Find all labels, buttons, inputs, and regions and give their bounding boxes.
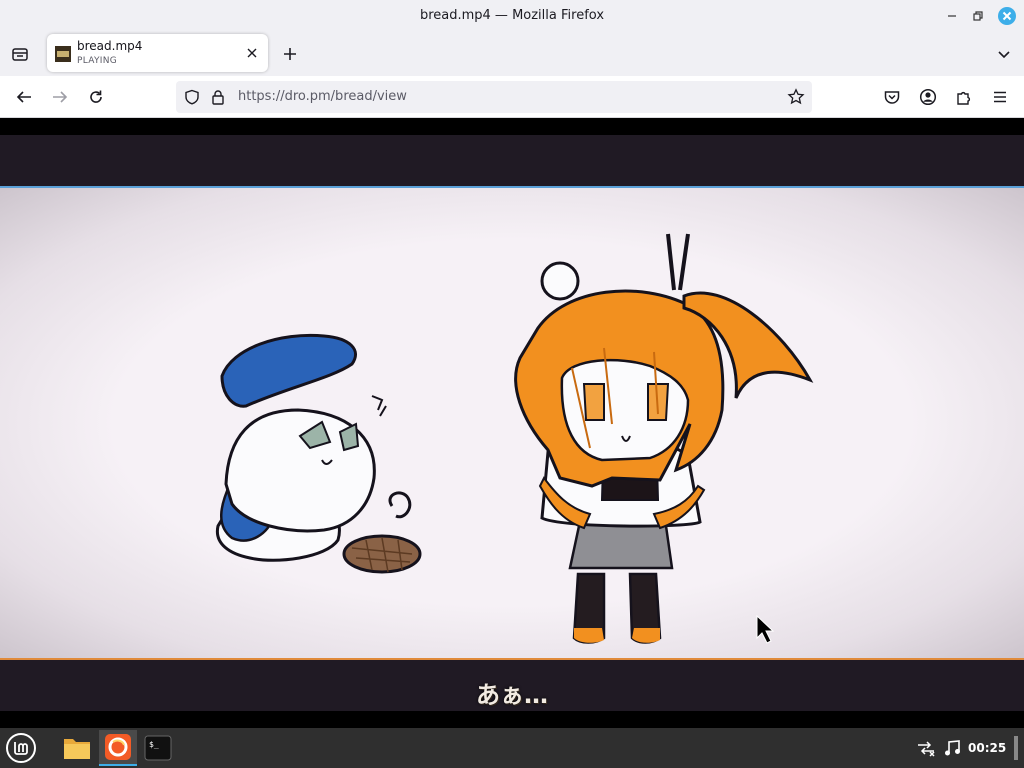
extensions-icon [957, 91, 971, 105]
new-tab-button[interactable] [278, 42, 302, 66]
shield-icon [185, 89, 199, 105]
bookmark-star-icon [787, 88, 805, 105]
files-taskbar-button[interactable] [58, 730, 96, 766]
firefox-icon [105, 734, 131, 760]
lock-icon [212, 90, 224, 105]
url-bar[interactable]: https://dro.pm/bread/view [176, 81, 812, 113]
terminal-icon: $_ [144, 735, 172, 761]
site-info-button[interactable] [206, 85, 230, 109]
svg-text:$_: $_ [149, 740, 159, 749]
files-icon [64, 739, 90, 759]
close-window-button[interactable] [997, 6, 1017, 26]
girl-with-blue-beret [215, 333, 387, 562]
restore-icon [973, 11, 983, 21]
firefox-view-icon [12, 48, 28, 61]
back-button[interactable] [12, 85, 36, 109]
url-text[interactable]: https://dro.pm/bread/view [238, 89, 407, 104]
pocket-icon [884, 91, 900, 104]
tab-title: bread.mp4 [77, 39, 143, 53]
list-all-tabs-button[interactable] [992, 42, 1016, 66]
firefox-taskbar-button[interactable] [99, 730, 137, 766]
video-subtitle: あぁ… [476, 681, 548, 709]
reload-icon [90, 90, 102, 103]
reload-button[interactable] [84, 85, 108, 109]
pocket-button[interactable] [880, 85, 904, 109]
menu-icon [994, 91, 1006, 103]
minimize-icon [948, 15, 956, 17]
minimize-button[interactable] [942, 6, 962, 26]
account-icon [919, 88, 937, 106]
network-icon [918, 741, 935, 757]
tracking-protection-button[interactable] [180, 85, 204, 109]
anime-scene-illustration [215, 233, 814, 644]
clock[interactable]: 00:25 [968, 741, 1006, 755]
new-tab-icon [284, 48, 296, 60]
video-thumbnail-icon [55, 46, 71, 62]
close-window-icon [998, 7, 1016, 25]
tab-playing-status: PLAYING [77, 56, 118, 66]
sound-tray-button[interactable] [938, 730, 966, 766]
mint-menu-icon [6, 733, 36, 763]
mint-menu-button[interactable] [2, 730, 40, 766]
tab-bar: bread.mp4 PLAYING [0, 32, 1024, 76]
back-icon [16, 91, 31, 103]
extensions-button[interactable] [952, 85, 976, 109]
bookmark-button[interactable] [784, 85, 808, 109]
navigation-toolbar: https://dro.pm/bread/view [0, 76, 1024, 118]
close-tab-button[interactable] [244, 45, 260, 61]
music-icon [945, 740, 960, 756]
mouse-cursor-icon [756, 614, 775, 644]
title-bar: bread.mp4 — Mozilla Firefox [0, 0, 1024, 32]
taskbar: $_ 00:25 [0, 728, 1024, 768]
tab-bread[interactable]: bread.mp4 PLAYING [47, 34, 268, 72]
page-content: あぁ… [0, 118, 1024, 728]
terminal-taskbar-button[interactable]: $_ [139, 730, 177, 766]
restore-button[interactable] [968, 6, 988, 26]
video-scene [0, 186, 1024, 660]
account-button[interactable] [916, 85, 940, 109]
firefox-view-button[interactable] [8, 42, 32, 66]
list-all-tabs-icon [998, 51, 1010, 59]
window-title: bread.mp4 — Mozilla Firefox [419, 8, 605, 23]
forward-icon [53, 91, 68, 103]
video-player[interactable]: あぁ… [0, 135, 1024, 711]
close-tab-icon [247, 48, 257, 58]
girl-with-orange-hair [514, 233, 814, 644]
show-desktop-button[interactable] [1014, 736, 1018, 760]
forward-button[interactable] [48, 85, 72, 109]
app-menu-button[interactable] [988, 85, 1012, 109]
